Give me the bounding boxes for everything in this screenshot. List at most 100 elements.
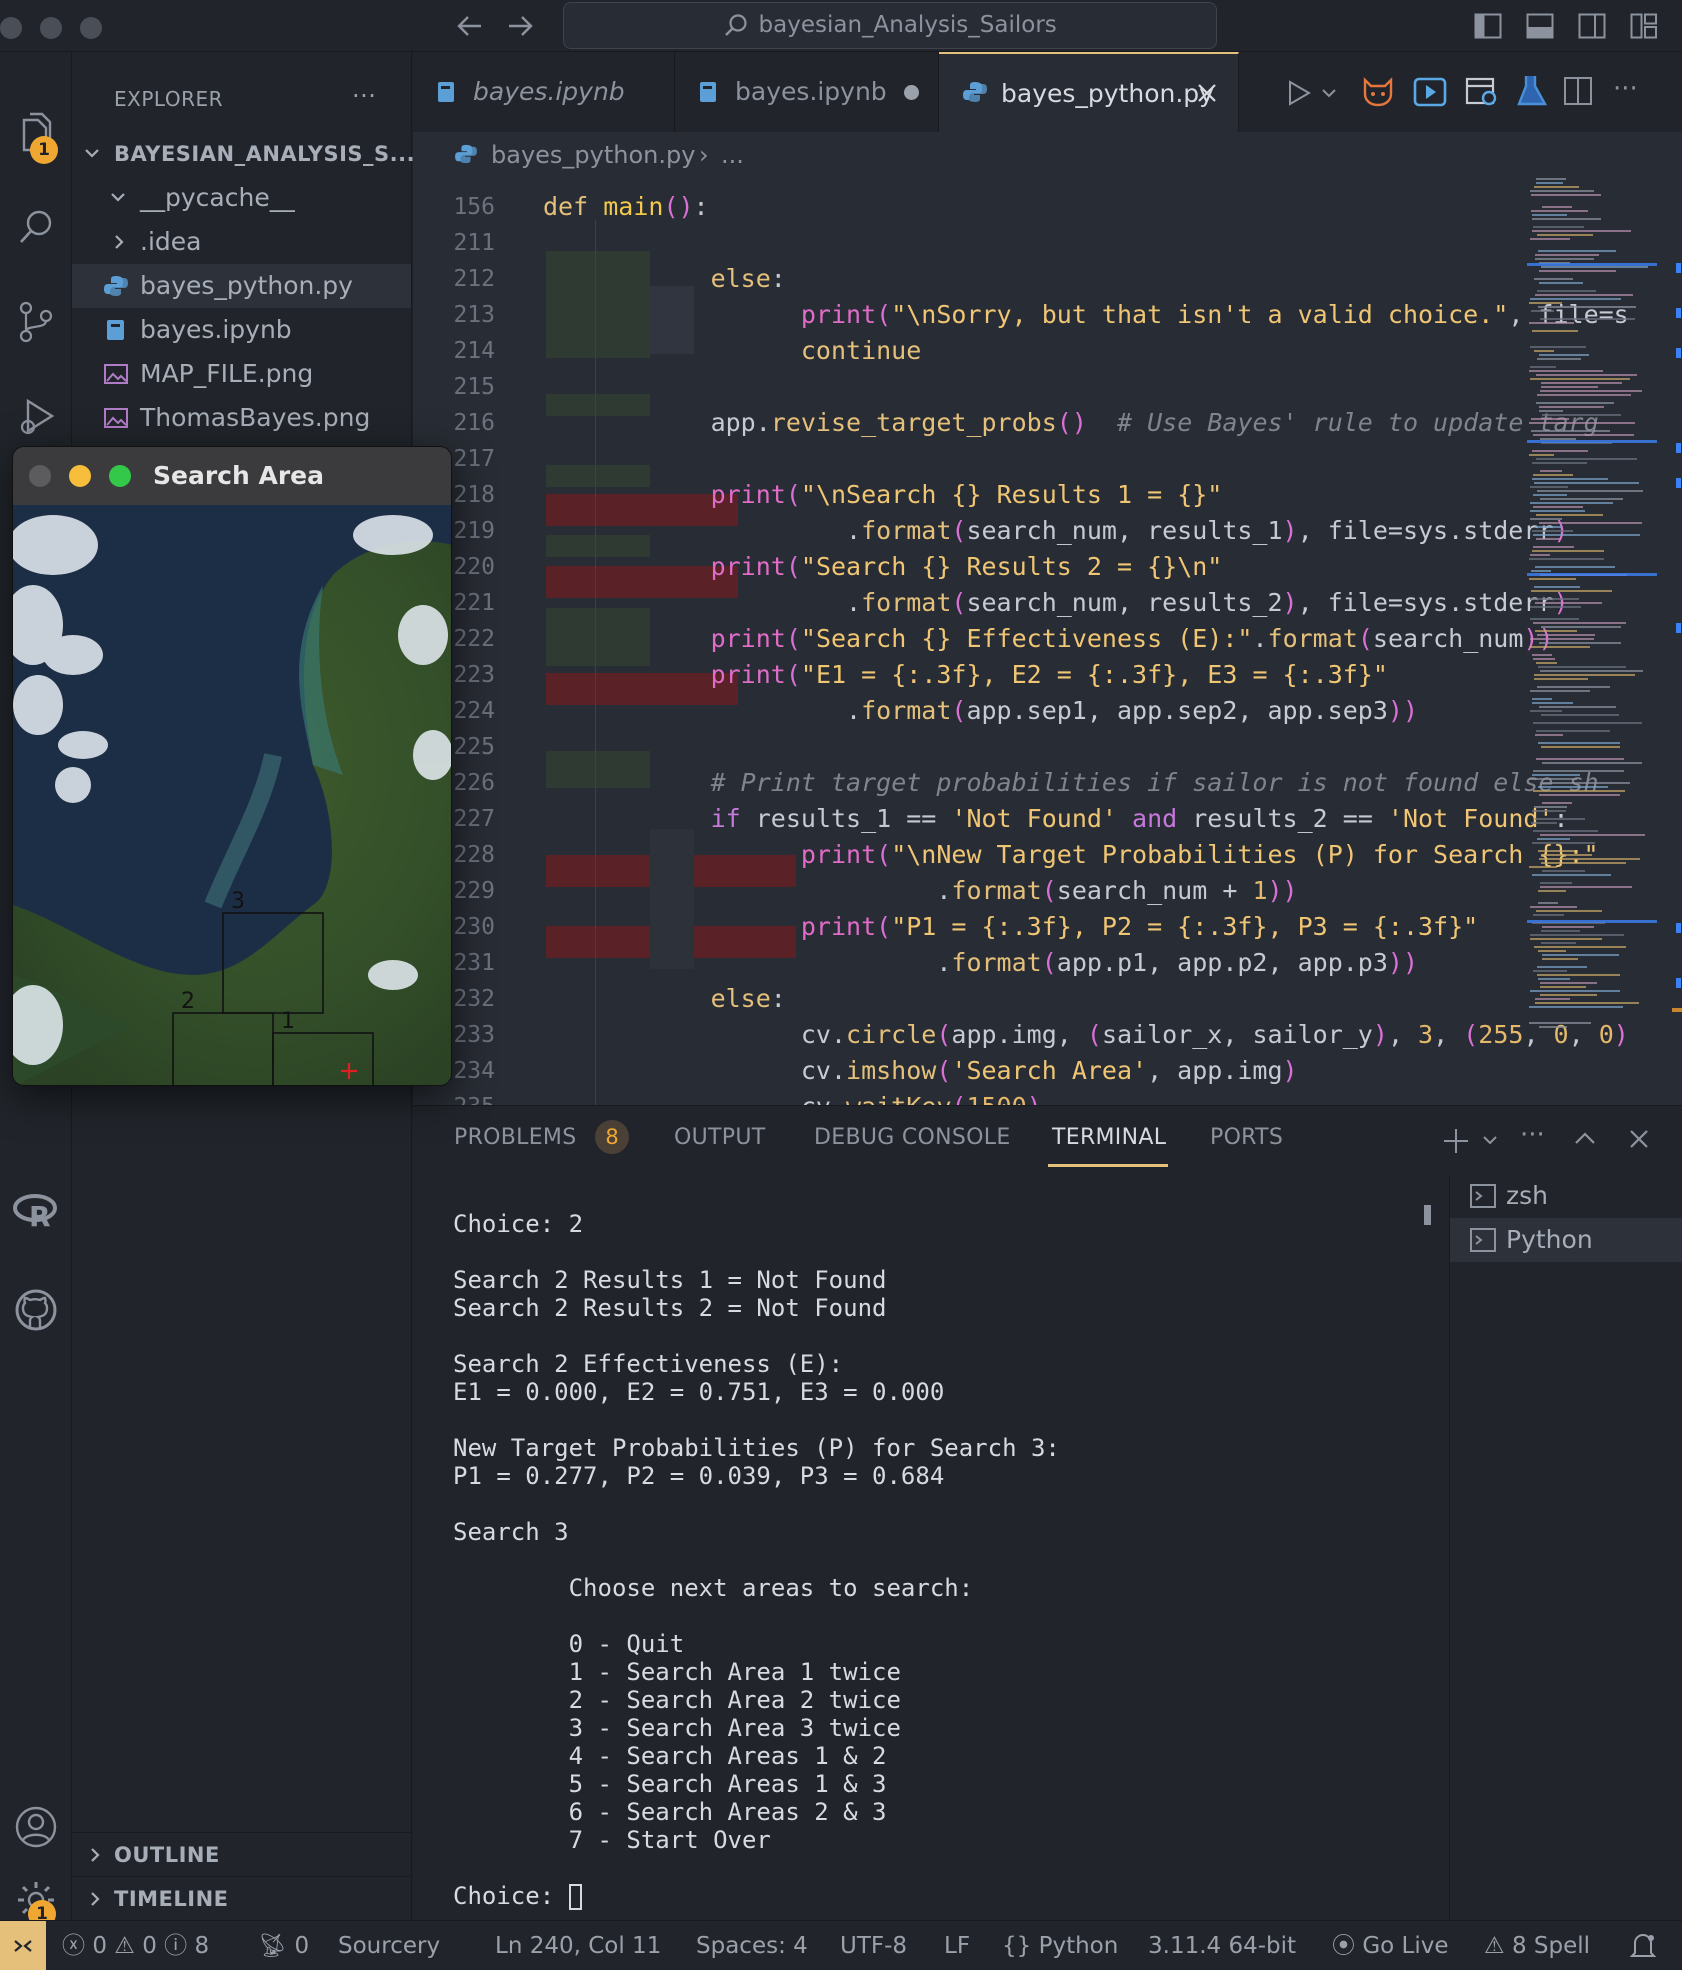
remote-indicator[interactable] [0,1921,46,1970]
sourcery-status[interactable]: Sourcery [338,1921,440,1970]
tab-problems[interactable]: PROBLEMS [454,1125,576,1150]
tab-bayes-ipynb-preview[interactable]: bayes.ipynb [413,52,675,132]
search-area-window[interactable]: Search Area 3 2 1 [12,446,452,1086]
window-minimize-button[interactable] [40,17,62,39]
forward-arrow-icon[interactable] [505,12,535,40]
maximize-panel-chevron-up-icon[interactable] [1574,1130,1596,1146]
run-debug-icon[interactable] [0,387,72,447]
terminal-item-zsh[interactable]: zsh [1450,1174,1682,1218]
split-editor-icon[interactable] [1563,76,1593,106]
code-line-235: cv.waitKey(1500) [545,1092,1042,1105]
problems-status[interactable]: ⓧ 0 ⚠ 0 ⓘ 8 [62,1921,209,1970]
toggle-primary-sidebar-icon[interactable] [1474,13,1502,39]
tree-item-bayes-ipynb[interactable]: bayes.ipynb [72,308,411,352]
eol-status[interactable]: LF [944,1921,970,1970]
code-line-230: print("P1 = {:.3f}, P2 = {:.3f}, P3 = {:… [800,912,1479,941]
minimap-line [1540,882,1572,884]
minimap-line [1530,298,1621,300]
more-actions-icon[interactable]: ··· [1613,74,1638,104]
close-icon[interactable] [1196,82,1218,104]
chevron-down-icon[interactable] [1482,1135,1498,1147]
minimap-line [1540,982,1597,984]
explorer-more-button[interactable]: ··· [352,82,376,110]
search-area-titlebar[interactable]: Search Area [13,447,451,505]
toggle-secondary-sidebar-icon[interactable] [1578,13,1606,39]
close-panel-icon[interactable] [1628,1128,1650,1150]
window-close-button[interactable] [0,17,22,39]
back-arrow-icon[interactable] [455,12,485,40]
terminal-line: Search 2 Results 2 = Not Found [453,1294,887,1322]
minimap-highlight [1527,263,1657,266]
window-zoom-button[interactable] [109,465,131,487]
code-line-213: print("\nSorry, but that isn't a valid c… [800,300,1629,329]
minimap-line [1532,842,1595,844]
minimap-line [1541,266,1648,268]
run-python-icon[interactable] [1287,80,1311,106]
explorer-icon[interactable]: 1 [0,102,72,164]
open-preview-icon[interactable] [1465,76,1499,108]
minimap-line [1535,734,1563,736]
python-interpreter[interactable]: 3.11.4 64-bit [1148,1921,1296,1970]
panel-more-icon[interactable]: ··· [1520,1120,1545,1150]
minimap-line [1539,522,1642,524]
breadcrumb-file[interactable]: bayes_python.py [491,132,695,178]
tab-ports[interactable]: PORTS [1210,1125,1283,1150]
minimap-line [1535,818,1585,820]
terminal-scrollbar[interactable] [1424,1205,1431,1225]
tab-bayes-ipynb[interactable]: bayes.ipynb [675,52,939,132]
language-label: Python [1038,1933,1119,1959]
toggle-panel-icon[interactable] [1526,13,1554,39]
new-terminal-plus-icon[interactable] [1442,1127,1470,1155]
tab-output[interactable]: OUTPUT [674,1125,765,1150]
terminal-item-python[interactable]: Python [1450,1218,1682,1262]
minimap-line [1541,746,1620,748]
outline-section[interactable]: OUTLINE [72,1832,411,1876]
command-center-search[interactable]: bayesian_Analysis_Sailors [563,2,1217,49]
github-icon[interactable] [0,1280,72,1340]
tab-debug-console[interactable]: DEBUG CONSOLE [814,1125,1011,1150]
minimap-line [1529,1006,1623,1008]
ports-status[interactable]: 📡︎ 0 [258,1921,309,1970]
minimap[interactable] [1527,178,1657,1028]
search-icon[interactable] [0,197,72,257]
tab-terminal[interactable]: TERMINAL [1052,1125,1166,1150]
minimap-line [1540,994,1597,996]
terminal-line: Choice: [453,1882,582,1910]
chevron-down-icon[interactable] [1321,88,1337,100]
source-control-icon[interactable] [0,292,72,352]
window-zoom-button[interactable] [80,17,102,39]
window-close-button[interactable] [29,465,51,487]
preview-play-icon[interactable] [1413,76,1447,108]
go-live-status[interactable]: ⦿ Go Live [1332,1921,1448,1970]
tab-bayes-python[interactable]: bayes_python.py [939,52,1239,132]
encoding-status[interactable]: UTF-8 [840,1921,907,1970]
tree-item-thomas-bayes[interactable]: ThomasBayes.png [72,396,411,440]
window-minimize-button[interactable] [69,465,91,487]
spell-status[interactable]: ⚠ 8 Spell [1484,1921,1590,1970]
code-editor[interactable]: 156 211 212 213 214 215 216 217 218 219 220 221 222 2… [413,178,1682,1105]
cursor-position[interactable]: Ln 240, Col 11 [495,1921,661,1970]
indentation-status[interactable]: Spaces: 4 [696,1921,808,1970]
cat-extension-icon[interactable] [1361,76,1395,108]
minimap-line [1537,394,1631,396]
chevron-down-icon [82,132,102,176]
tree-item-map-file[interactable]: MAP_FILE.png [72,352,411,396]
tree-item-idea[interactable]: .idea [72,220,411,264]
account-icon[interactable] [0,1797,72,1857]
minimap-line [1533,494,1567,496]
customize-layout-icon[interactable] [1630,13,1658,39]
timeline-section[interactable]: TIMELINE [72,1876,411,1920]
modified-dot-icon[interactable] [904,85,919,100]
language-status[interactable]: {} Python [1002,1921,1118,1970]
notifications-bell-icon[interactable] [1630,1921,1656,1970]
tree-item-pycache[interactable]: __pycache__ [72,176,411,220]
scrollbar-markers[interactable] [1672,178,1682,1028]
r-language-icon[interactable]: R [0,1182,72,1242]
workspace-root[interactable]: BAYESIAN_ANALYSIS_S... [72,132,415,176]
breadcrumb-symbol[interactable]: ... [721,132,744,178]
flask-extension-icon[interactable] [1517,74,1547,108]
line-number: 216 [453,410,495,436]
tree-item-bayes-python[interactable]: bayes_python.py [72,264,411,308]
tree-item-label: bayes.ipynb [140,315,292,344]
line-number: 214 [453,338,495,364]
